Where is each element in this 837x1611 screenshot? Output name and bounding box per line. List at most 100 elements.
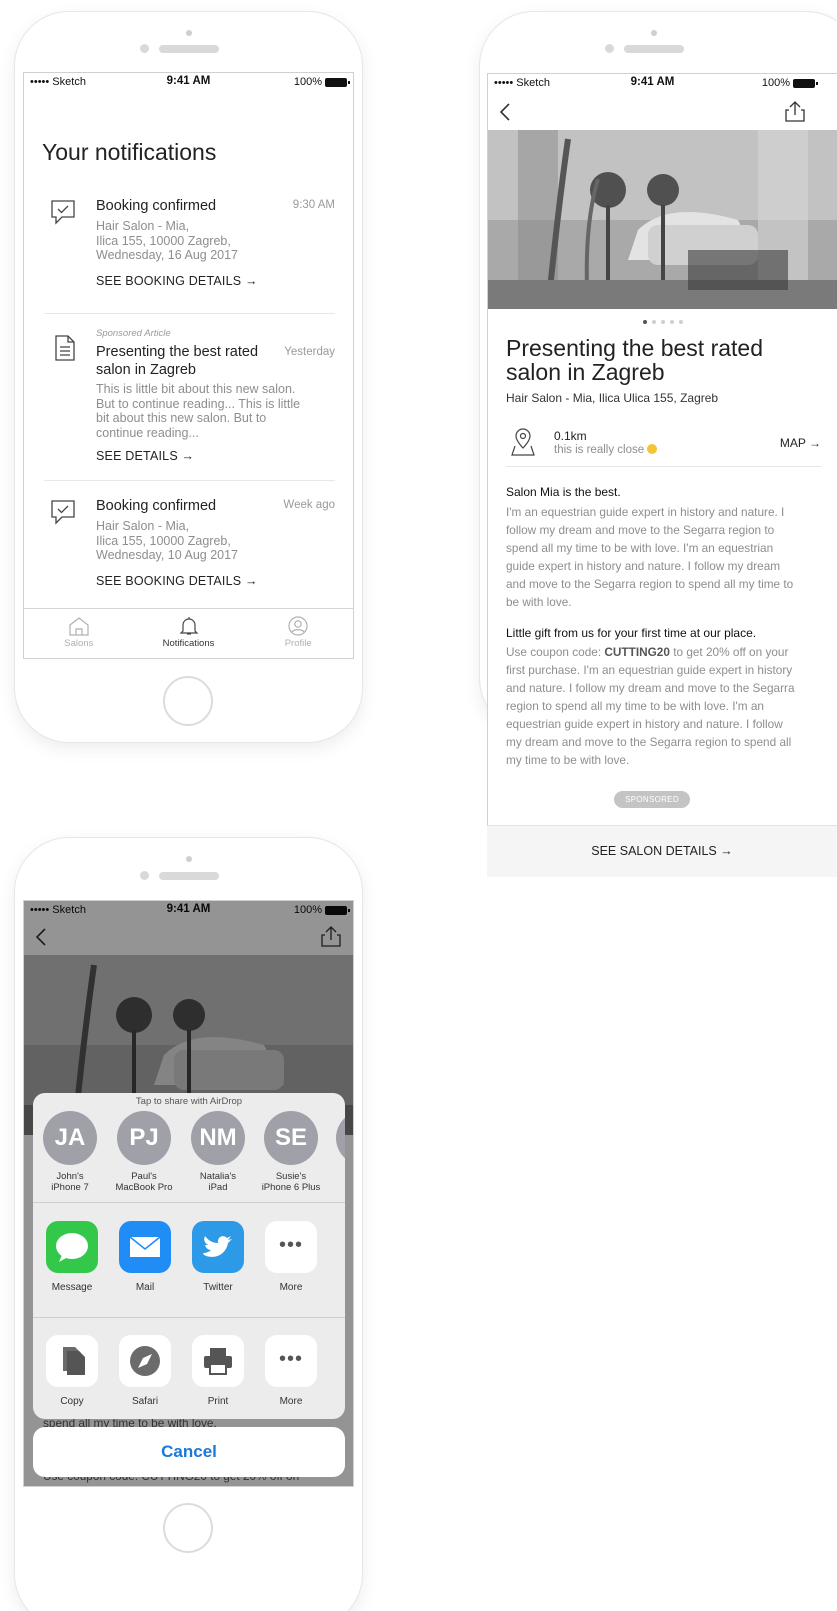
notification-title: Presenting the best rated salon in Zagre… bbox=[96, 344, 259, 378]
carousel-dot[interactable] bbox=[642, 320, 647, 324]
action-label: Copy bbox=[60, 1396, 84, 1407]
back-chevron-icon[interactable] bbox=[498, 102, 512, 122]
map-link[interactable]: MAP → bbox=[780, 436, 821, 450]
twitter-icon bbox=[192, 1221, 244, 1273]
salon-photo[interactable] bbox=[488, 130, 837, 309]
notification-item[interactable]: Booking confirmed 9:30 AM Hair Salon - M… bbox=[42, 197, 335, 297]
carousel-dot[interactable] bbox=[669, 320, 674, 324]
notifications-screen: ••••• Sketch 9:41 AM 100% Your notificat… bbox=[23, 72, 354, 659]
share-action-safari[interactable]: Safari bbox=[114, 1335, 176, 1407]
page-title: Your notifications bbox=[42, 139, 217, 165]
avatar: NM bbox=[191, 1111, 245, 1165]
chat-check-icon bbox=[51, 500, 75, 525]
airdrop-person-name: Susie's iPhone 6 Plus bbox=[261, 1171, 321, 1193]
status-bar: ••••• Sketch 9:41 AM 100% bbox=[488, 74, 837, 92]
nav-bar bbox=[488, 94, 837, 130]
home-button[interactable] bbox=[163, 1503, 213, 1553]
share-sheet: Tap to share with AirDrop JA John's iPho… bbox=[33, 1093, 345, 1419]
share-action-more[interactable]: ••• More bbox=[260, 1335, 322, 1407]
airdrop-person-name: Natalia's iPad bbox=[199, 1171, 237, 1193]
tab-label: Profile bbox=[284, 638, 312, 649]
notification-time: Week ago bbox=[283, 499, 335, 511]
notification-body: Hair Salon - Mia, Ilica 155, 10000 Zagre… bbox=[96, 219, 239, 262]
tab-label: Salons bbox=[64, 638, 94, 649]
notification-item[interactable]: Sponsored Article Presenting the best ra… bbox=[42, 328, 335, 465]
notification-title: Booking confirmed bbox=[96, 198, 217, 214]
cancel-button[interactable]: Cancel bbox=[33, 1427, 345, 1477]
tab-profile[interactable]: Profile bbox=[243, 609, 353, 658]
front-sensor bbox=[140, 44, 149, 53]
front-sensor bbox=[140, 871, 149, 880]
more-icon: ••• bbox=[265, 1221, 317, 1273]
share-action-copy[interactable]: Copy bbox=[41, 1335, 103, 1407]
mail-glyph bbox=[129, 1236, 161, 1257]
airdrop-person-name: Paul's MacBook Pro bbox=[115, 1171, 173, 1193]
airdrop-person[interactable]: JA John's iPhone 7 bbox=[34, 1111, 106, 1193]
see-details-link[interactable]: SEE DETAILS → bbox=[96, 449, 194, 463]
front-sensor bbox=[605, 44, 614, 53]
divider bbox=[33, 1317, 345, 1318]
camera-dot bbox=[186, 30, 192, 36]
battery-percent: 100% bbox=[293, 76, 322, 88]
carousel-dot[interactable] bbox=[678, 320, 683, 324]
airdrop-person-partial[interactable] bbox=[327, 1111, 345, 1165]
airdrop-person[interactable]: PJ Paul's MacBook Pro bbox=[108, 1111, 180, 1193]
notification-item[interactable]: Booking confirmed Week ago Hair Salon - … bbox=[42, 497, 335, 597]
message-glyph bbox=[56, 1233, 88, 1262]
share-app-more[interactable]: ••• More bbox=[260, 1221, 322, 1293]
airdrop-label: Tap to share with AirDrop bbox=[135, 1096, 243, 1107]
app-label: Mail bbox=[135, 1282, 155, 1293]
airdrop-person-name: John's iPhone 7 bbox=[51, 1171, 89, 1193]
safari-icon bbox=[119, 1335, 171, 1387]
action-label: More bbox=[279, 1396, 303, 1407]
copy-icon bbox=[46, 1335, 98, 1387]
share-action-print[interactable]: Print bbox=[187, 1335, 249, 1407]
carousel-dot[interactable] bbox=[660, 320, 665, 324]
camera-dot bbox=[651, 30, 657, 36]
battery-icon bbox=[325, 77, 350, 87]
airdrop-person[interactable]: NM Natalia's iPad bbox=[182, 1111, 254, 1193]
notification-body: Hair Salon - Mia, Ilica 155, 10000 Zagre… bbox=[96, 519, 239, 562]
app-label: More bbox=[279, 1282, 303, 1293]
tab-notifications[interactable]: Notifications bbox=[134, 609, 244, 658]
salon-interior-image bbox=[488, 130, 837, 309]
divider bbox=[44, 480, 335, 481]
status-bar: ••••• Sketch 9:41 AM 100% bbox=[24, 73, 353, 91]
print-glyph bbox=[204, 1348, 232, 1375]
battery-percent: 100% bbox=[761, 77, 790, 89]
carousel-dots[interactable] bbox=[488, 320, 837, 324]
twitter-glyph bbox=[203, 1236, 232, 1257]
tab-label: Notifications bbox=[162, 638, 215, 649]
action-label: Print bbox=[207, 1396, 229, 1407]
bell-icon bbox=[179, 617, 198, 635]
see-salon-details-button[interactable]: SEE SALON DETAILS → bbox=[487, 825, 837, 877]
see-booking-details-link[interactable]: SEE BOOKING DETAILS → bbox=[96, 274, 258, 288]
notification-body: This is little bit about this new salon.… bbox=[96, 382, 301, 440]
home-button[interactable] bbox=[163, 676, 213, 726]
print-icon bbox=[192, 1335, 244, 1387]
earpiece-speaker bbox=[159, 872, 219, 880]
home-icon bbox=[69, 617, 89, 636]
share-app-mail[interactable]: Mail bbox=[114, 1221, 176, 1293]
share-app-twitter[interactable]: Twitter bbox=[187, 1221, 249, 1293]
more-icon: ••• bbox=[265, 1335, 317, 1387]
avatar: PJ bbox=[117, 1111, 171, 1165]
avatar: SE bbox=[264, 1111, 318, 1165]
share-app-message[interactable]: Message bbox=[41, 1221, 103, 1293]
see-booking-details-link[interactable]: SEE BOOKING DETAILS → bbox=[96, 574, 258, 588]
article-screen: ••••• Sketch 9:41 AM 100% bbox=[487, 73, 837, 877]
message-icon bbox=[46, 1221, 98, 1273]
share-icon[interactable] bbox=[784, 100, 806, 122]
tab-salons[interactable]: Salons bbox=[24, 609, 134, 658]
carousel-dot[interactable] bbox=[651, 320, 656, 324]
document-icon bbox=[55, 335, 75, 361]
airdrop-person[interactable]: SE Susie's iPhone 6 Plus bbox=[255, 1111, 327, 1193]
mail-icon bbox=[119, 1221, 171, 1273]
notification-time: 9:30 AM bbox=[292, 199, 335, 211]
action-label: Safari bbox=[131, 1396, 159, 1407]
earpiece-speaker bbox=[624, 45, 684, 53]
phone-frame-notifications: ••••• Sketch 9:41 AM 100% Your notificat… bbox=[15, 12, 362, 742]
safari-glyph bbox=[130, 1346, 160, 1376]
copy-glyph bbox=[63, 1347, 85, 1375]
notification-title: Booking confirmed bbox=[96, 498, 217, 514]
